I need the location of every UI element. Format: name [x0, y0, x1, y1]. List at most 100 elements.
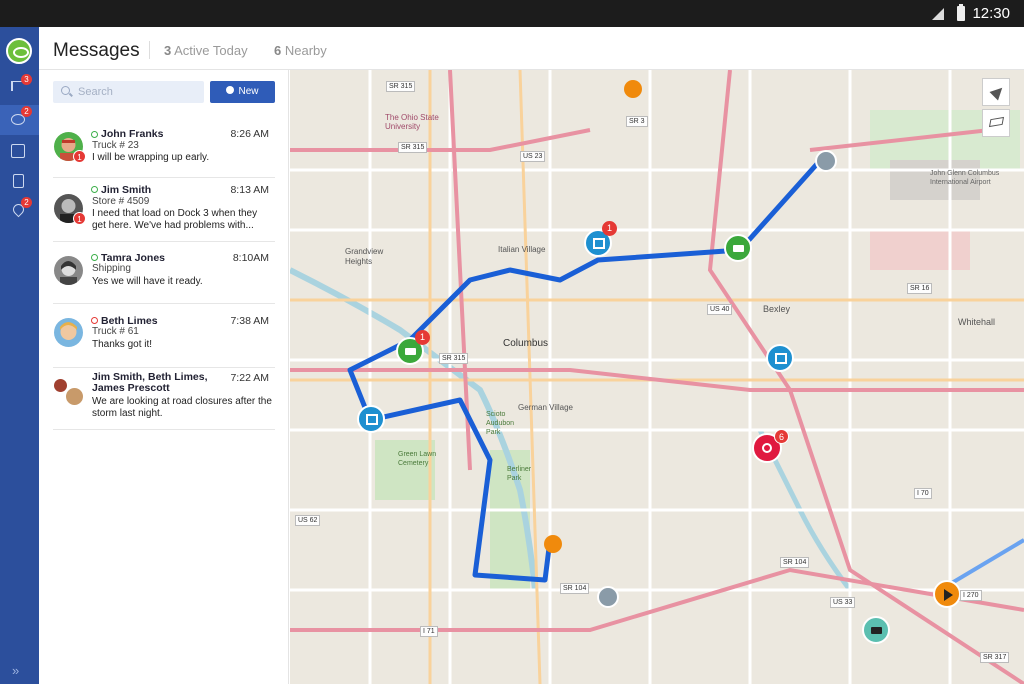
gauge-icon [762, 443, 772, 453]
store-marker[interactable] [597, 586, 619, 608]
alert-count-badge: 6 [774, 429, 789, 444]
message-time: 7:38 AM [230, 315, 269, 327]
sender-role: Truck # 61 [92, 326, 139, 337]
store-marker[interactable] [766, 344, 794, 372]
avatar [54, 256, 83, 285]
map-label: Bexley [763, 304, 791, 314]
navigation-arrow-icon [989, 83, 1007, 101]
map-label: German Village [518, 403, 573, 412]
message-preview: Yes we will have it ready. [92, 276, 203, 287]
sender-role: Shipping [92, 263, 131, 274]
message-item[interactable]: Jim Smith, Beth Limes, James Prescott 7:… [53, 368, 275, 430]
road-shield: I 70 [914, 488, 932, 499]
search-input[interactable] [78, 83, 198, 101]
locations-badge: 2 [21, 197, 32, 208]
road-shield: US 33 [830, 597, 856, 608]
nearby-label: Nearby [284, 43, 327, 58]
sender-role: Truck # 23 [92, 140, 139, 151]
truck-marker[interactable] [862, 616, 890, 644]
poi-marker[interactable] [624, 80, 642, 98]
truck-icon [405, 348, 416, 355]
map-label: Whitehall [958, 317, 996, 327]
sender-role: Store # 4509 [92, 196, 150, 207]
message-time: 8:10AM [232, 252, 269, 264]
unread-badge: 1 [73, 150, 86, 163]
store-alert-badge: 1 [602, 221, 617, 236]
rail-item-devices[interactable] [0, 166, 39, 196]
status-bar: 12:30 [0, 0, 1024, 27]
message-time: 7:22 AM [230, 372, 269, 384]
truck-marker[interactable] [724, 234, 752, 262]
road-shield: SR 104 [560, 583, 590, 594]
road-shield: SR 315 [398, 142, 428, 153]
store-icon [593, 238, 605, 249]
map-canvas [290, 70, 1024, 684]
map-label: Columbus [503, 338, 549, 349]
new-message-button[interactable]: New [210, 81, 275, 103]
store-icon [366, 414, 378, 425]
battery-icon [957, 4, 965, 21]
messages-panel: New 1 John Franks 8:26 AM Truck # 23 I w… [39, 70, 289, 684]
rail-item-calendar[interactable] [0, 136, 39, 166]
road-shield: SR 16 [907, 283, 933, 294]
rail-item-locations[interactable]: 2 [0, 196, 39, 226]
new-button-label: New [238, 86, 259, 97]
rail-item-messages[interactable]: 2 [0, 105, 39, 135]
header-divider [149, 41, 150, 59]
calendar-icon [11, 144, 25, 158]
road-shield: SR 315 [386, 81, 416, 92]
message-preview: I need that load on Dock 3 when they get… [92, 208, 258, 231]
nearby-filter[interactable]: 6 Nearby [274, 43, 327, 58]
message-item[interactable]: 1 Jim Smith 8:13 AM Store # 4509 I need … [53, 178, 275, 242]
message-preview: Thanks got it! [92, 339, 153, 350]
active-label: Active Today [174, 43, 248, 58]
layers-icon [988, 116, 1005, 128]
device-icon [13, 174, 24, 188]
store-marker[interactable] [815, 150, 837, 172]
nav-rail: 3 2 2 » [0, 27, 39, 684]
map-label: Green Lawn Cemetery [398, 451, 437, 467]
store-marker[interactable] [357, 405, 385, 433]
truck-icon [871, 627, 882, 634]
active-today-filter[interactable]: 3 Active Today [164, 43, 248, 58]
map-label: The Ohio State University [385, 113, 439, 131]
rail-item-alerts[interactable]: 3 [0, 73, 39, 103]
layers-button[interactable] [982, 109, 1010, 137]
poi-marker[interactable] [544, 535, 562, 553]
page-header: Messages 3 Active Today 6 Nearby [39, 27, 1024, 70]
app-logo-icon[interactable] [6, 38, 32, 64]
road-shield: US 62 [295, 515, 321, 526]
sender-name: Jim Smith [101, 184, 152, 196]
status-dot [91, 254, 98, 261]
clock: 12:30 [972, 5, 1010, 22]
truck-alert-badge: 1 [415, 330, 430, 345]
unread-badge: 1 [73, 212, 86, 225]
search-icon [61, 86, 70, 95]
add-person-icon [226, 86, 235, 94]
alerts-badge: 3 [21, 74, 32, 85]
page-title: Messages [53, 40, 140, 61]
store-icon [775, 353, 787, 364]
map-label: Berliner Park [507, 466, 532, 482]
status-dot [91, 131, 98, 138]
road-shield: SR 315 [439, 353, 469, 364]
message-item[interactable]: Beth Limes 7:38 AM Truck # 61 Thanks got… [53, 304, 275, 368]
message-preview: We are looking at road closures after th… [92, 396, 272, 419]
active-count: 3 [164, 43, 172, 58]
road-shield: US 23 [520, 151, 546, 162]
road-shield: SR 3 [626, 116, 648, 127]
road-shield: I 270 [960, 590, 982, 601]
map-label: Scioto Audubon Park [486, 411, 515, 436]
nearby-count: 6 [274, 43, 282, 58]
poi-marker[interactable] [933, 580, 961, 608]
status-dot [91, 317, 98, 324]
play-icon [944, 589, 953, 601]
map-label: Italian Village [498, 245, 546, 254]
map-view[interactable]: 1 1 6 Columbus Italian Village German Vi… [290, 70, 1024, 684]
message-item[interactable]: Tamra Jones 8:10AM Shipping Yes we will … [53, 242, 275, 304]
message-item[interactable]: 1 John Franks 8:26 AM Truck # 23 I will … [53, 120, 275, 178]
search-box [53, 81, 204, 103]
expand-rail-icon[interactable]: » [12, 663, 19, 678]
sender-name: John Franks [101, 128, 164, 140]
locate-button[interactable] [982, 78, 1010, 106]
